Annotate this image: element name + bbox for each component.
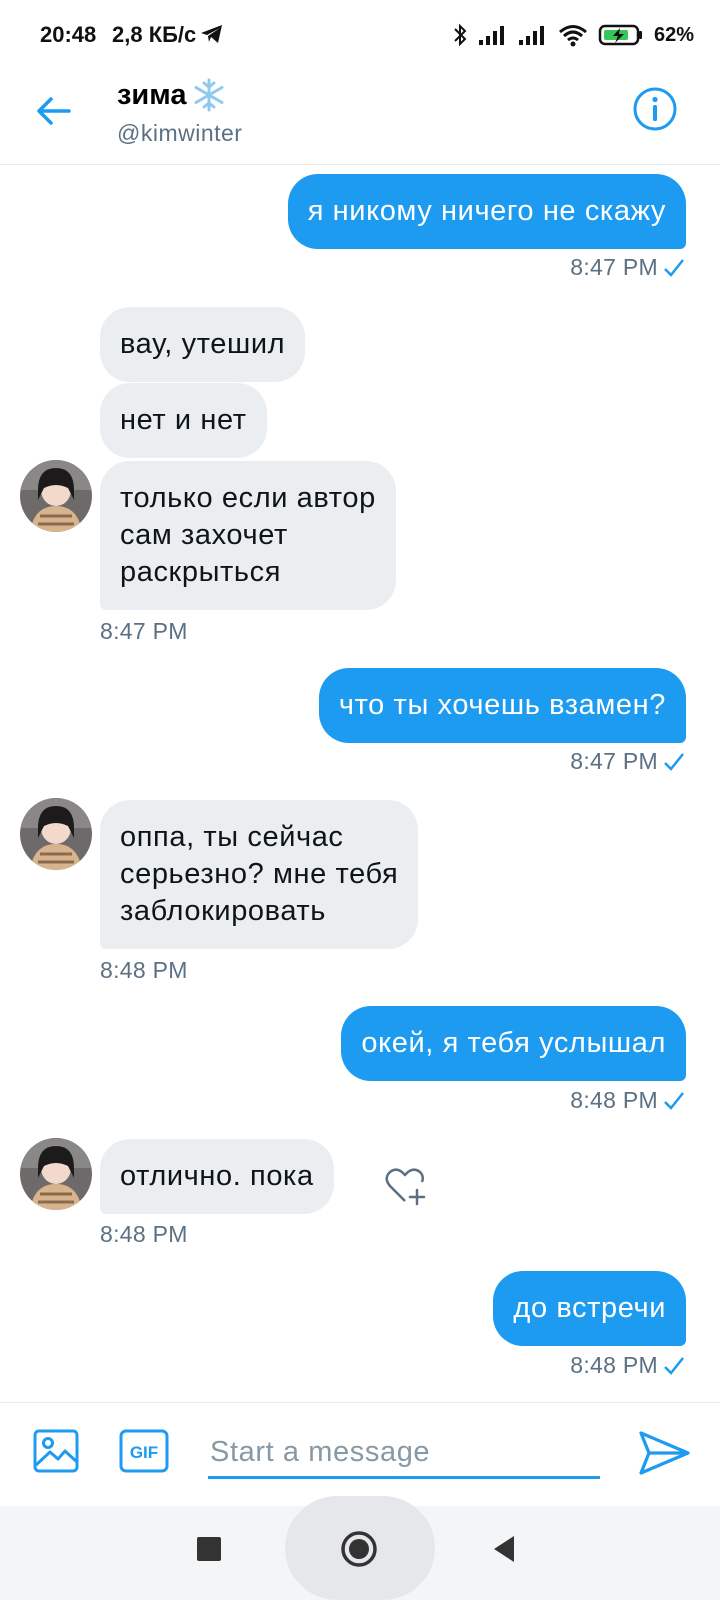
message-timestamp: 8:48 PM (570, 1087, 686, 1114)
avatar-image (20, 1138, 92, 1210)
wifi-icon (559, 25, 587, 47)
send-icon[interactable] (636, 1425, 692, 1481)
arrow-left-icon (37, 97, 71, 125)
heart-plus-icon[interactable] (382, 1163, 428, 1209)
check-icon (664, 1091, 684, 1110)
message-outgoing[interactable]: что ты хочешь взамен? (318, 668, 686, 743)
battery-percent: 62% (653, 23, 694, 46)
snowflake-icon (194, 78, 224, 112)
message-line: сам захочет (120, 519, 288, 551)
message-line: только если автор (120, 482, 376, 514)
status-bar: 20:48 2,8 КБ/с 62% (0, 0, 720, 70)
avatar-image (20, 798, 92, 870)
system-nav-bar (0, 1496, 720, 1600)
check-icon (664, 258, 684, 277)
home-icon[interactable] (340, 1530, 378, 1568)
message-incoming[interactable]: нет и нет (100, 383, 267, 458)
info-icon[interactable] (632, 86, 678, 132)
timestamp-text: 8:48 PM (570, 1352, 658, 1378)
back-nav-icon[interactable] (490, 1534, 518, 1564)
message-outgoing[interactable]: до встречи (493, 1271, 686, 1346)
message-outgoing[interactable]: я никому ничего не скажу (287, 174, 686, 249)
message-line: заблокировать (120, 895, 327, 927)
conversation-header: зима @kimwinter (0, 70, 720, 165)
image-icon[interactable] (32, 1427, 80, 1475)
gif-label: GIF (130, 1443, 158, 1462)
message-incoming[interactable]: только если автор сам захочет раскрыться (100, 461, 396, 610)
message-thread[interactable]: я никому ничего не скажу 8:47 PM вау, ут… (0, 166, 720, 1402)
avatar[interactable] (20, 798, 92, 870)
message-composer: GIF (0, 1402, 720, 1506)
message-line: раскрыться (120, 556, 282, 588)
message-timestamp: 8:48 PM (570, 1352, 686, 1379)
message-timestamp: 8:47 PM (570, 748, 686, 775)
message-timestamp: 8:48 PM (100, 1221, 188, 1247)
message-line: серьезно? мне тебя (120, 858, 399, 890)
message-outgoing[interactable]: окей, я тебя услышал (341, 1006, 686, 1081)
avatar[interactable] (20, 460, 92, 532)
signal-icon (478, 26, 504, 45)
back-button[interactable] (30, 88, 76, 134)
status-time: 20:48 (40, 22, 97, 47)
check-icon (664, 752, 684, 771)
timestamp-text: 8:48 PM (570, 1087, 658, 1113)
contact-name[interactable]: зима (117, 78, 226, 112)
telegram-icon (201, 25, 222, 43)
message-timestamp: 8:47 PM (570, 254, 686, 281)
message-line: оппа, ты сейчас (120, 821, 344, 853)
contact-handle[interactable]: @kimwinter (117, 120, 242, 147)
message-incoming[interactable]: отлично. пока (100, 1139, 334, 1214)
check-icon (664, 1356, 684, 1375)
bluetooth-icon (454, 23, 467, 47)
message-timestamp: 8:48 PM (100, 957, 188, 983)
message-incoming[interactable]: оппа, ты сейчас серьезно? мне тебя забло… (100, 800, 419, 949)
message-timestamp: 8:47 PM (100, 618, 188, 644)
message-input[interactable] (208, 1423, 600, 1479)
battery-icon (598, 24, 642, 46)
timestamp-text: 8:47 PM (570, 748, 658, 774)
avatar-image (20, 460, 92, 532)
gif-button[interactable]: GIF (118, 1427, 170, 1475)
contact-name-text: зима (117, 78, 187, 111)
recents-icon[interactable] (196, 1536, 222, 1562)
message-incoming[interactable]: вау, утешил (100, 307, 306, 382)
status-icons: 62% (452, 20, 694, 50)
gif-icon: GIF (119, 1429, 169, 1473)
status-net-speed: 2,8 КБ/с (112, 22, 197, 47)
timestamp-text: 8:47 PM (570, 254, 658, 280)
signal-icon-2 (518, 26, 544, 45)
avatar[interactable] (20, 1138, 92, 1210)
